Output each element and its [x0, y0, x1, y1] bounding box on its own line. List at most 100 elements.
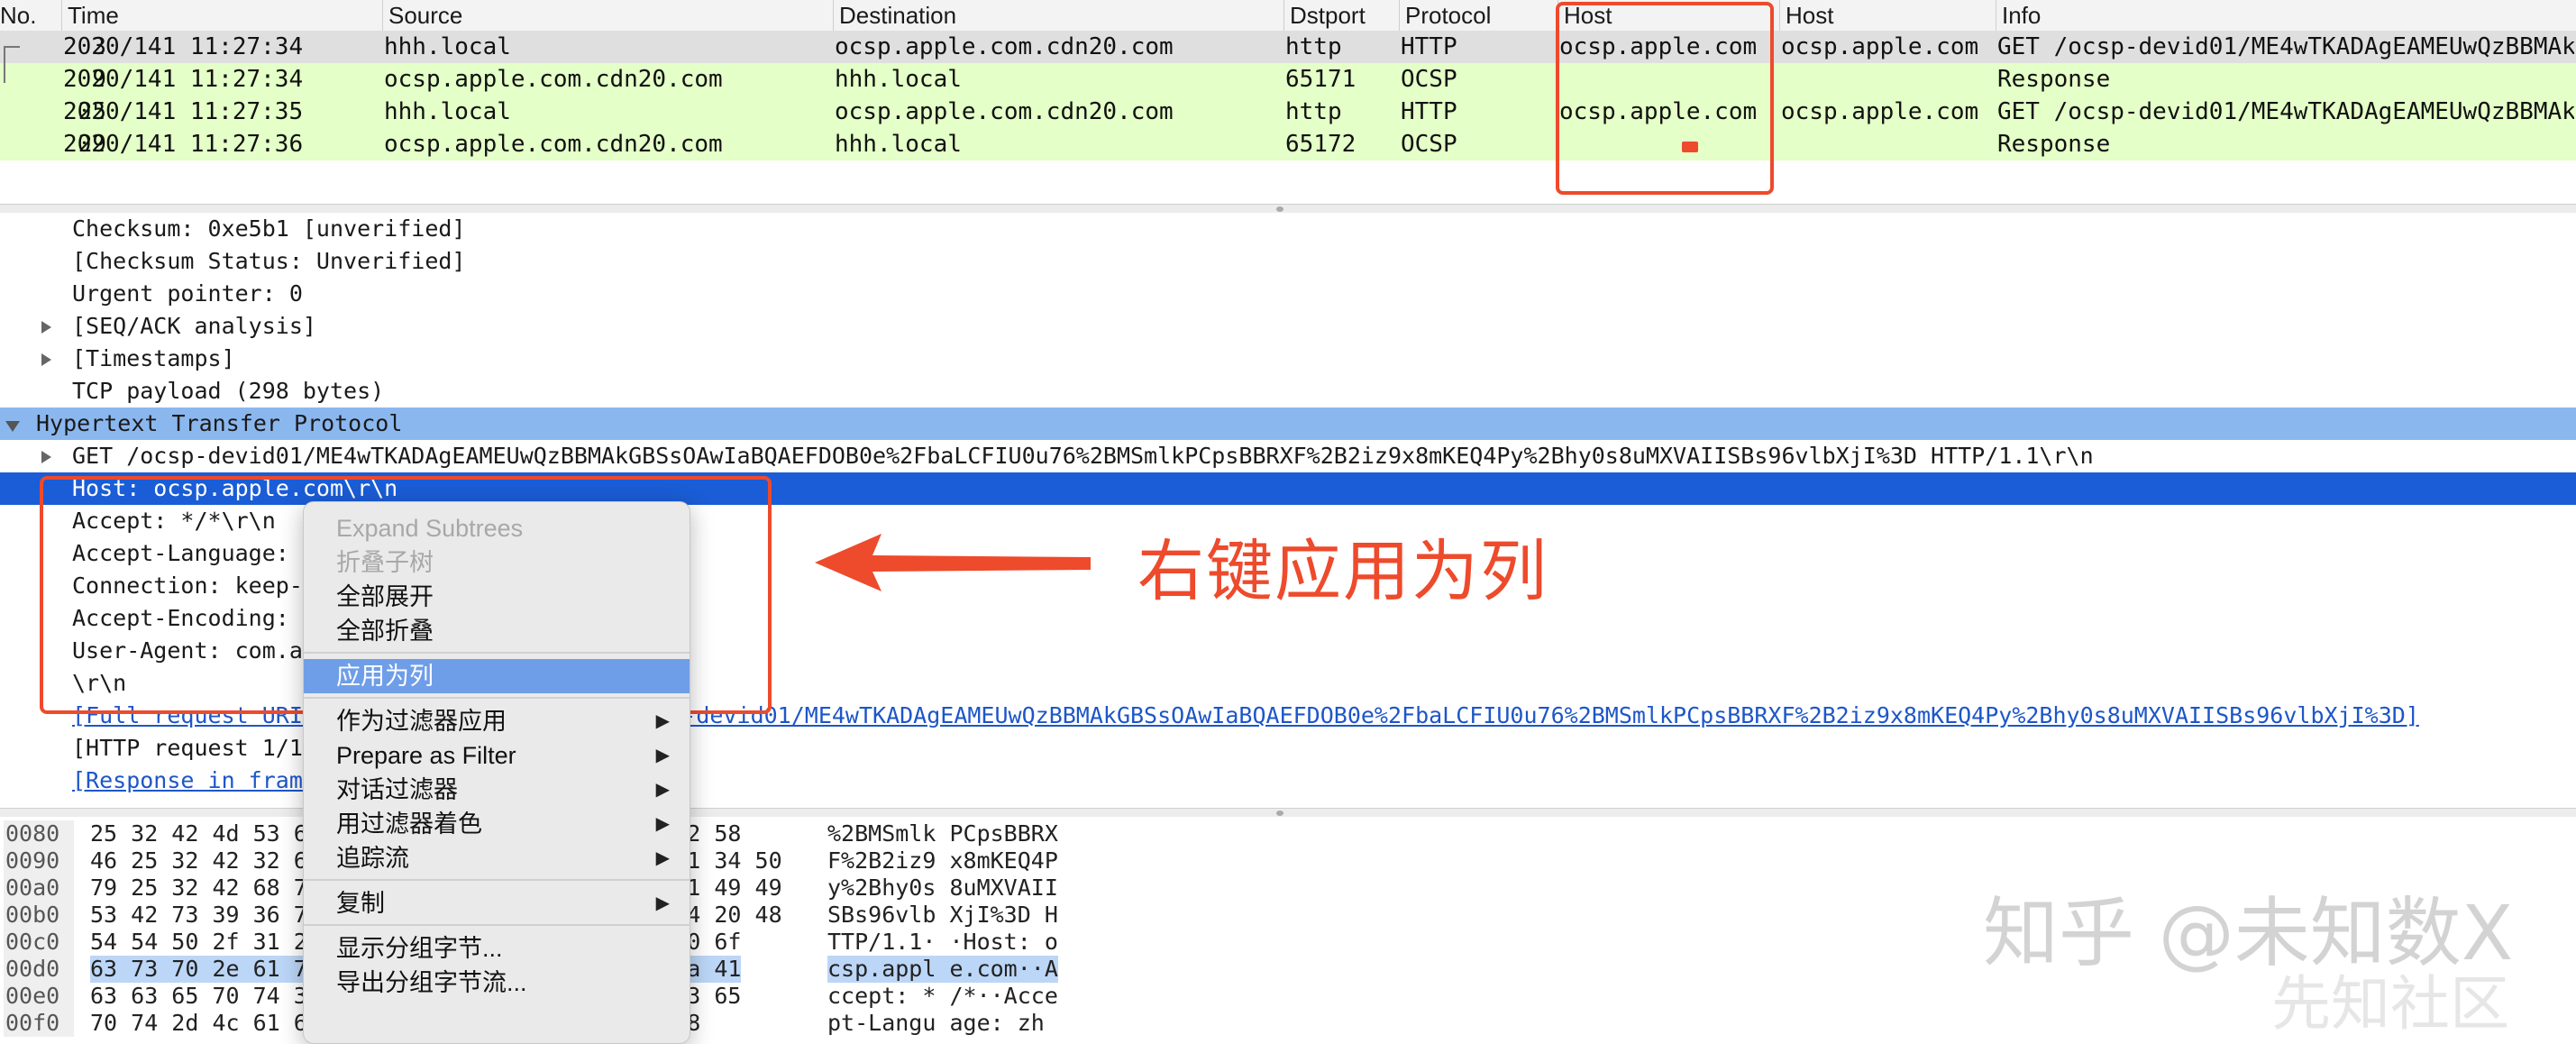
packet-cell-host-2: ocsp.apple.com: [1781, 98, 1979, 125]
detail-row[interactable]: [Checksum Status: Unverified]: [0, 245, 2576, 278]
packet-row[interactable]: 29 2020/141 11:27:36 ocsp.apple.com.cdn20.…: [0, 128, 2576, 160]
bytes-offset: 00e0: [4, 983, 74, 1010]
packet-cell-destination: hhh.local: [835, 66, 962, 93]
bytes-offset: 00f0: [4, 1010, 74, 1037]
disclosure-collapsed-icon[interactable]: [41, 353, 51, 366]
column-header-source[interactable]: Source: [382, 0, 833, 31]
packet-cell-info: GET /ocsp-devid01/ME4wTKADAgEAMEUwQzBBMA…: [1997, 33, 2574, 60]
related-request-icon: [4, 46, 20, 65]
packet-cell-dstport: 65171: [1285, 66, 1357, 93]
menu-item-3[interactable]: 全部折叠: [304, 614, 690, 648]
packet-cell-info: Response: [1997, 66, 2111, 93]
bytes-ascii[interactable]: F%2B2iz9 x8mKEQ4P: [827, 847, 1058, 875]
menu-item-16[interactable]: 导出分组字节流...: [304, 966, 690, 1000]
bytes-ascii[interactable]: pt-Langu age: zh: [827, 1010, 1045, 1037]
bytes-offset: 00b0: [4, 902, 74, 929]
bytes-offset: 0090: [4, 847, 74, 875]
menu-item-0: Expand Subtrees: [304, 511, 690, 545]
column-header-info[interactable]: Info: [1996, 0, 2576, 31]
bytes-ascii[interactable]: TTP/1.1· ·Host: o: [827, 929, 1058, 956]
submenu-arrow-icon: ▶: [655, 746, 670, 765]
packet-cell-source: hhh.local: [384, 33, 511, 60]
menu-item-label: Prepare as Filter: [336, 742, 516, 769]
packet-row[interactable]: 9 2020/141 11:27:34 ocsp.apple.com.cdn20.c…: [0, 63, 2576, 96]
related-response-icon: [4, 63, 20, 83]
packet-cell-host-2: ocsp.apple.com: [1781, 33, 1979, 60]
bytes-offset: 0080: [4, 820, 74, 847]
bytes-offset: 00c0: [4, 929, 74, 956]
menu-item-label: 全部展开: [336, 583, 434, 610]
splitter-handle-icon: [1276, 206, 1283, 212]
menu-item-label: 全部折叠: [336, 618, 434, 645]
menu-item-15[interactable]: 显示分组字节...: [304, 931, 690, 966]
bytes-ascii[interactable]: SBs96vlb XjI%3D H: [827, 902, 1058, 929]
menu-item-8[interactable]: Prepare as Filter ▶: [304, 738, 690, 773]
menu-item-label: 对话过滤器: [336, 776, 458, 803]
bytes-ascii[interactable]: csp.appl e.com··A: [827, 956, 1058, 983]
packet-cell-source: ocsp.apple.com.cdn20.com: [384, 66, 723, 93]
packet-cell-protocol: HTTP: [1401, 33, 1457, 60]
column-header-no[interactable]: No.: [0, 0, 61, 31]
detail-row[interactable]: [SEQ/ACK analysis]: [0, 310, 2576, 343]
menu-item-1: 折叠子树: [304, 545, 690, 580]
splitter-handle-icon: [1276, 810, 1283, 816]
column-header-protocol[interactable]: Protocol: [1399, 0, 1557, 31]
packet-cell-time: 2020/141 11:27:34: [63, 66, 304, 93]
detail-row[interactable]: Checksum: 0xe5b1 [unverified]: [0, 213, 2576, 245]
bytes-ascii[interactable]: %2BMSmlk PCpsBBRX: [827, 820, 1058, 847]
detail-row[interactable]: [Timestamps]: [0, 343, 2576, 375]
column-header-destination[interactable]: Destination: [833, 0, 1283, 31]
disclosure-collapsed-icon[interactable]: [41, 321, 51, 334]
detail-row-text: Checksum: 0xe5b1 [unverified]: [72, 215, 466, 242]
watermark-xianzhi: 先知社区: [2271, 969, 2509, 1039]
packet-cell-dstport: http: [1285, 33, 1342, 60]
annotation-text: 右键应用为列: [1137, 533, 1548, 610]
packet-cell-dstport: 65172: [1285, 131, 1357, 158]
bytes-offset: 00d0: [4, 956, 74, 983]
detail-row-text: [Timestamps]: [72, 345, 235, 371]
submenu-arrow-icon: ▶: [655, 814, 670, 834]
column-header-host-2[interactable]: Host: [1779, 0, 1996, 31]
detail-row[interactable]: Urgent pointer: 0: [0, 278, 2576, 310]
disclosure-collapsed-icon[interactable]: [41, 451, 51, 463]
menu-item-13[interactable]: 复制 ▶: [304, 886, 690, 920]
packet-list: No. Time Source Destination Dstport Protocol H…: [0, 0, 2576, 206]
menu-item-label: 导出分组字节流...: [336, 969, 527, 996]
packet-cell-source: ocsp.apple.com.cdn20.com: [384, 131, 723, 158]
detail-row[interactable]: GET /ocsp-devid01/ME4wTKADAgEAMEUwQzBBMA…: [0, 440, 2576, 472]
packet-cell-time: 2020/141 11:27:36: [63, 131, 304, 158]
menu-item-label: 复制: [336, 890, 385, 917]
column-header-dstport[interactable]: Dstport: [1283, 0, 1399, 31]
menu-item-label: 应用为列: [336, 663, 434, 690]
menu-item-5[interactable]: 应用为列: [304, 659, 690, 693]
packet-row[interactable]: 25 2020/141 11:27:35 hhh.local ocsp.apple.c…: [0, 96, 2576, 128]
submenu-arrow-icon: ▶: [655, 780, 670, 800]
packet-cell-protocol: HTTP: [1401, 98, 1457, 125]
packet-cell-time: 2020/141 11:27:35: [63, 98, 304, 125]
menu-item-7[interactable]: 作为过滤器应用 ▶: [304, 704, 690, 738]
menu-item-11[interactable]: 追踪流 ▶: [304, 841, 690, 875]
packet-list-empty-area: [0, 160, 2576, 206]
column-header-time[interactable]: Time: [61, 0, 382, 31]
packet-cell-info: GET /ocsp-devid01/ME4wTKADAgEAMEUwQzBBMA…: [1997, 98, 2574, 125]
detail-row-text: GET /ocsp-devid01/ME4wTKADAgEAMEUwQzBBMA…: [72, 443, 2094, 469]
menu-item-2[interactable]: 全部展开: [304, 580, 690, 614]
packet-row[interactable]: 3 2020/141 11:27:34 hhh.local ocsp.apple.co…: [0, 31, 2576, 65]
packet-cell-destination: ocsp.apple.com.cdn20.com: [835, 33, 1174, 60]
disclosure-expanded-icon[interactable]: [5, 421, 20, 432]
packet-cell-destination: ocsp.apple.com.cdn20.com: [835, 98, 1174, 125]
menu-item-label: 作为过滤器应用: [336, 708, 507, 735]
bytes-ascii[interactable]: y%2Bhy0s 8uMXVAII: [827, 875, 1058, 902]
menu-item-label: Expand Subtrees: [336, 515, 524, 542]
packet-cell-protocol: OCSP: [1401, 66, 1457, 93]
submenu-arrow-icon: ▶: [655, 848, 670, 868]
detail-row[interactable]: Hypertext Transfer Protocol: [0, 408, 2576, 440]
detail-row[interactable]: TCP payload (298 bytes): [0, 375, 2576, 408]
menu-item-label: 用过滤器着色: [336, 810, 482, 838]
bytes-ascii[interactable]: ccept: * /*··Acce: [827, 983, 1058, 1010]
menu-item-10[interactable]: 用过滤器着色 ▶: [304, 807, 690, 841]
menu-item-label: 显示分组字节...: [336, 935, 503, 962]
menu-separator: [304, 652, 690, 654]
packet-cell-protocol: OCSP: [1401, 131, 1457, 158]
menu-item-9[interactable]: 对话过滤器 ▶: [304, 773, 690, 807]
